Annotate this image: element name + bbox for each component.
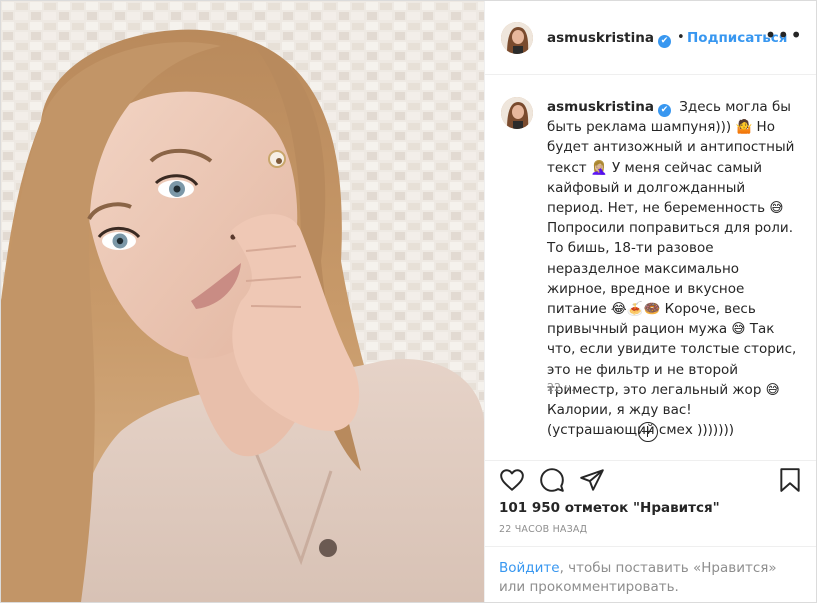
login-prompt-text: Войдите, чтобы поставить «Нравится» или …: [499, 559, 799, 597]
caption-username-text[interactable]: asmuskristina: [547, 99, 654, 115]
separator-dot: •: [677, 30, 685, 45]
caption-time[interactable]: 22 ч.: [547, 381, 575, 394]
post-photo[interactable]: [1, 1, 484, 602]
share-icon[interactable]: [579, 467, 605, 493]
post-dialog: asmuskristina ✔ • Подписаться ••• asmuskr…: [0, 0, 817, 603]
caption-avatar[interactable]: [501, 97, 533, 129]
avatar-image: [501, 97, 533, 129]
post-timestamp[interactable]: 22 ЧАСОВ НАЗАД: [499, 524, 587, 535]
avatar-image: [501, 22, 533, 54]
caption-username[interactable]: asmuskristina ✔: [547, 99, 671, 117]
header-username[interactable]: asmuskristina ✔: [547, 30, 671, 48]
bookmark-icon[interactable]: [777, 467, 803, 493]
post-header: asmuskristina ✔ • Подписаться •••: [485, 1, 816, 75]
login-prompt: Войдите, чтобы поставить «Нравится» или …: [485, 546, 816, 602]
caption-text: Здесь могла бы быть реклама шампуня))) 🤷…: [547, 99, 797, 439]
verified-badge-icon: ✔: [657, 35, 671, 48]
selfie-image: [1, 1, 484, 602]
avatar[interactable]: [501, 22, 533, 54]
login-link[interactable]: Войдите: [499, 560, 560, 576]
load-more-comments-icon[interactable]: [638, 422, 658, 442]
verified-badge-icon: ✔: [657, 104, 671, 117]
comment-icon[interactable]: [539, 467, 565, 493]
header-username-text[interactable]: asmuskristina: [547, 30, 654, 46]
post-side-panel: asmuskristina ✔ • Подписаться ••• asmuskr…: [484, 1, 816, 602]
likes-count[interactable]: 101 950 отметок "Нравится": [499, 500, 720, 516]
caption: asmuskristina ✔ Здесь могла бы быть рекла…: [501, 97, 801, 438]
caption-text-block: asmuskristina ✔ Здесь могла бы быть рекла…: [547, 97, 801, 440]
more-options-icon[interactable]: •••: [765, 23, 803, 47]
action-bar: 101 950 отметок "Нравится" 22 ЧАСОВ НАЗА…: [485, 460, 816, 553]
heart-icon[interactable]: [499, 467, 525, 493]
